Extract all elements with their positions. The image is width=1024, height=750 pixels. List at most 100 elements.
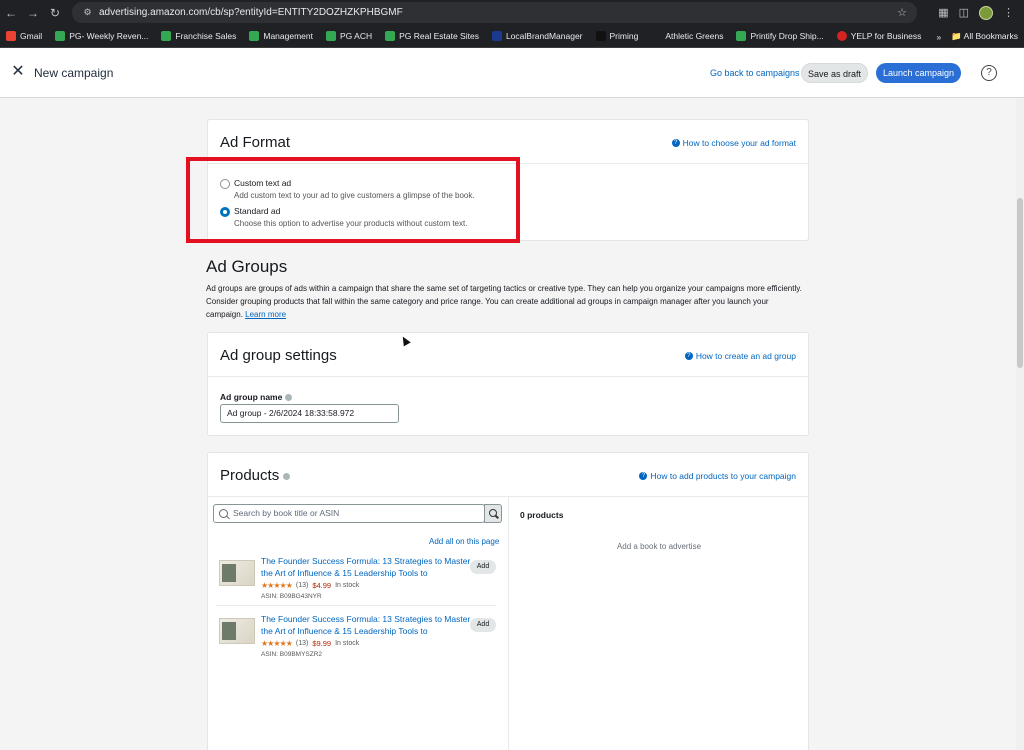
- product-title-link[interactable]: The Founder Success Formula: 13 Strategi…: [261, 613, 471, 637]
- browser-actions: ▦ ◫ ⋮: [938, 0, 1024, 25]
- search-button[interactable]: [484, 504, 502, 523]
- gmail-icon: [6, 31, 16, 41]
- profile-avatar[interactable]: [979, 5, 993, 20]
- product-asin: ASIN: B09BG43NYR: [261, 593, 322, 600]
- save-draft-button[interactable]: Save as draft: [801, 63, 868, 83]
- back-arrow-icon[interactable]: ←: [0, 0, 22, 25]
- add-product-button[interactable]: Add: [470, 618, 496, 632]
- help-circle-icon: ?: [671, 139, 680, 147]
- ad-group-name-input[interactable]: Ad group - 2/6/2024 18:33:58.972: [220, 404, 399, 423]
- priming-icon: [595, 31, 606, 41]
- stock-status: In stock: [335, 640, 360, 647]
- bookmark-label: LocalBrandManager: [505, 31, 583, 41]
- add-all-link[interactable]: Add all on this page: [429, 537, 499, 546]
- rating-count: (13): [295, 640, 309, 647]
- product-meta: ★★★★★ (13) $9.99 In stock: [261, 639, 359, 648]
- bookmark-label: Management: [263, 31, 313, 41]
- bookmark-label: YELP for Business: [850, 31, 922, 41]
- star-rating-icon: ★★★★★: [261, 581, 293, 590]
- bookmark-priming[interactable]: Priming: [595, 31, 639, 41]
- rating-count: (13): [295, 582, 309, 589]
- ad-group-settings-card: Ad group settings ? How to create an ad g…: [207, 332, 809, 436]
- info-icon[interactable]: [285, 393, 293, 401]
- more-menu-icon[interactable]: ⋮: [1003, 6, 1014, 19]
- empty-products-message: Add a book to advertise: [616, 542, 702, 551]
- bookmark-label: Franchise Sales: [175, 31, 237, 41]
- page-scrollbar[interactable]: [1016, 98, 1024, 750]
- page-title: New campaign: [34, 66, 114, 80]
- products-title: Products: [220, 467, 291, 484]
- scrollbar-thumb[interactable]: [1017, 198, 1023, 368]
- all-bookmarks[interactable]: 📁 All Bookmarks: [951, 31, 1018, 42]
- selected-products-count: 0 products: [520, 510, 564, 520]
- sheets-icon: [161, 31, 172, 41]
- bookmark-label: Priming: [609, 31, 639, 41]
- highlight-box: [186, 157, 520, 243]
- bookmark-pg-ach[interactable]: PG ACH: [325, 31, 373, 41]
- campaign-header: ✕ New campaign Go back to campaigns Save…: [0, 48, 1024, 98]
- cover-art: [222, 564, 236, 582]
- field-label-text: Ad group name: [220, 392, 283, 402]
- help-link-text: How to add products to your campaign: [650, 471, 796, 481]
- learn-more-link[interactable]: Learn more: [245, 310, 286, 319]
- ad-groups-description: Ad groups are groups of ads within a cam…: [206, 282, 806, 321]
- bookmark-printify[interactable]: Printify Drop Ship...: [736, 31, 824, 41]
- go-back-link[interactable]: Go back to campaigns: [710, 68, 800, 78]
- products-title-text: Products: [220, 467, 280, 484]
- side-panel-icon[interactable]: ◫: [959, 6, 969, 19]
- help-circle-icon: ?: [684, 352, 693, 360]
- ad-groups-heading: Ad Groups: [206, 257, 288, 276]
- search-icon: [219, 509, 228, 518]
- address-bar[interactable]: ⚙ advertising.amazon.com/cb/sp?entityId=…: [72, 2, 917, 23]
- athletic-greens-icon: [651, 31, 662, 41]
- bookmark-label: PG ACH: [339, 31, 373, 41]
- star-rating-icon: ★★★★★: [261, 639, 293, 648]
- bookmark-gmail[interactable]: Gmail: [6, 31, 42, 41]
- product-title-link[interactable]: The Founder Success Formula: 13 Strategi…: [261, 555, 471, 579]
- ad-group-help-link[interactable]: ? How to create an ad group: [684, 351, 796, 361]
- product-item: The Founder Success Formula: 13 Strategi…: [216, 613, 498, 667]
- ad-group-settings-title: Ad group settings: [220, 347, 337, 364]
- bookmark-star-icon[interactable]: ☆: [897, 6, 907, 19]
- bookmark-localbrandmanager[interactable]: LocalBrandManager: [491, 31, 583, 41]
- product-divider: [216, 605, 496, 606]
- bookmark-athletic-greens[interactable]: Athletic Greens: [651, 31, 723, 41]
- bookmarks-bar: Gmail PG- Weekly Reven... Franchise Sale…: [0, 25, 1024, 48]
- sheets-icon: [325, 31, 336, 41]
- site-info-icon[interactable]: ⚙: [82, 7, 93, 18]
- ad-group-name-label: Ad group name: [220, 392, 293, 402]
- forward-arrow-icon[interactable]: →: [22, 0, 44, 25]
- help-circle-icon: ?: [639, 472, 648, 480]
- bookmark-yelp[interactable]: YELP for Business: [836, 31, 922, 41]
- sheets-icon: [736, 31, 747, 41]
- book-cover-thumbnail: [219, 618, 255, 644]
- add-product-button[interactable]: Add: [470, 560, 496, 574]
- product-asin: ASIN: B09BMYSZR2: [261, 651, 323, 658]
- reload-icon[interactable]: ↻: [44, 0, 66, 25]
- chevron-double-right-icon[interactable]: »: [936, 32, 941, 42]
- ad-groups-description-text: Ad groups are groups of ads within a cam…: [206, 284, 802, 319]
- stock-status: In stock: [335, 582, 360, 589]
- products-card: Products ? How to add products to your ca…: [207, 452, 809, 750]
- help-icon[interactable]: ?: [981, 65, 997, 81]
- bookmark-label: PG- Weekly Reven...: [69, 31, 149, 41]
- close-icon[interactable]: ✕: [10, 63, 26, 81]
- info-icon[interactable]: [283, 473, 291, 480]
- products-help-link[interactable]: ? How to add products to your campaign: [639, 471, 796, 481]
- launch-campaign-button[interactable]: Launch campaign: [876, 63, 961, 83]
- bookmark-franchise-sales[interactable]: Franchise Sales: [161, 31, 236, 41]
- extensions-icon[interactable]: ▦: [938, 6, 948, 19]
- bookmark-management[interactable]: Management: [249, 31, 313, 41]
- bookmark-label: Printify Drop Ship...: [750, 31, 824, 41]
- bookmarks-overflow: » 📁 All Bookmarks: [936, 25, 1018, 48]
- bookmark-label: Athletic Greens: [665, 31, 724, 41]
- cover-art: [222, 622, 236, 640]
- help-link-text: How to choose your ad format: [682, 138, 796, 148]
- bookmark-pg-real-estate[interactable]: PG Real Estate Sites: [385, 31, 479, 41]
- ad-format-help-link[interactable]: ? How to choose your ad format: [671, 138, 796, 148]
- bookmark-weekly-revenue[interactable]: PG- Weekly Reven...: [55, 31, 148, 41]
- product-search-input[interactable]: Search by book title or ASIN: [213, 504, 485, 523]
- card-header: Products ? How to add products to your ca…: [208, 453, 808, 497]
- ad-format-title: Ad Format: [220, 134, 291, 151]
- product-item: The Founder Success Formula: 13 Strategi…: [216, 555, 498, 609]
